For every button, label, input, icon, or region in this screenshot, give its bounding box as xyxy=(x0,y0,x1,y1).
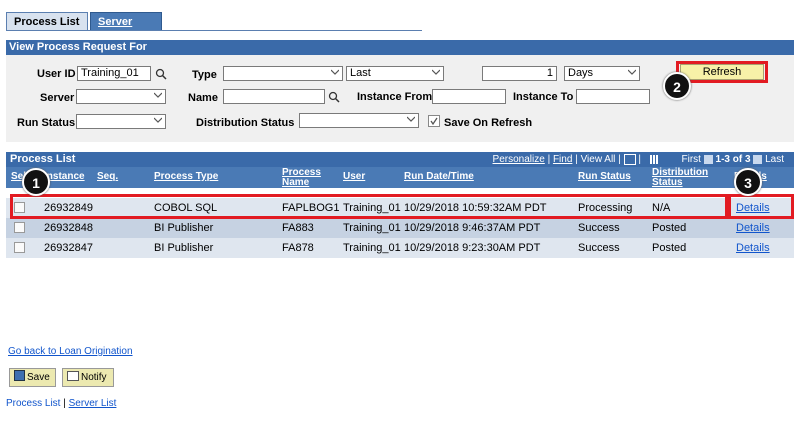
callout-badge-3: 3 xyxy=(734,168,762,196)
cell-instance: 26932848 xyxy=(44,222,93,234)
type-label: Type xyxy=(192,69,217,81)
col-run-date[interactable]: Run Date/Time xyxy=(404,172,474,182)
range-text: 1-3 of 3 xyxy=(715,154,751,166)
tab-server-list[interactable]: Server List xyxy=(90,12,162,46)
run-status-label: Run Status xyxy=(17,117,76,129)
cell-run-status: Success xyxy=(578,222,620,234)
back-to-loan-origination-link[interactable]: Go back to Loan Origination xyxy=(8,346,133,357)
chevron-down-icon xyxy=(331,69,339,75)
name-input[interactable] xyxy=(223,89,325,104)
save-on-refresh-label: Save On Refresh xyxy=(444,117,533,129)
col-process-name-line2: Name xyxy=(282,177,310,188)
next-icon[interactable] xyxy=(753,155,763,164)
column-header-row: Select Instance Seq. Process Type Proces… xyxy=(6,167,794,188)
footer-server-list-link[interactable]: Server List xyxy=(69,398,117,409)
row-select-checkbox[interactable] xyxy=(14,242,25,253)
footer-nav: Process List | Server List xyxy=(6,398,116,409)
footer-process-list-link[interactable]: Process List xyxy=(6,398,60,409)
tab-process-list-label: Process List xyxy=(14,16,80,28)
chevron-down-icon xyxy=(154,117,162,123)
server-label: Server xyxy=(40,92,75,104)
col-dist-line2: Status xyxy=(652,177,683,188)
cell-user: Training_01 xyxy=(343,242,401,254)
tab-underline xyxy=(6,30,422,31)
distribution-status-label: Distribution Status xyxy=(196,117,295,129)
grid-toolbar: Personalize | Find | View All | | First … xyxy=(492,154,784,166)
cell-run-status: Success xyxy=(578,242,620,254)
cell-process-type: BI Publisher xyxy=(154,242,214,254)
grid-icon[interactable] xyxy=(649,155,659,164)
user-id-label: User ID xyxy=(37,68,76,80)
table-row[interactable]: 26932848 BI Publisher FA883 Training_01 … xyxy=(6,218,794,238)
chevron-down-icon xyxy=(407,116,415,122)
details-link[interactable]: Details xyxy=(736,218,770,238)
download-icon[interactable] xyxy=(623,154,636,165)
save-on-refresh-checkbox[interactable] xyxy=(428,115,440,127)
col-run-status[interactable]: Run Status xyxy=(578,172,631,182)
user-id-input[interactable]: Training_01 xyxy=(77,66,151,81)
find-link[interactable]: Find xyxy=(553,154,572,165)
process-list-title-text: Process List xyxy=(10,153,76,165)
row-select-checkbox[interactable] xyxy=(14,222,25,233)
instance-from-input[interactable] xyxy=(432,89,506,104)
cell-dist-status: Posted xyxy=(652,222,687,234)
save-icon xyxy=(14,370,25,381)
chevron-down-icon xyxy=(432,69,440,75)
instance-to-label: Instance To xyxy=(513,91,573,103)
checkmark-icon xyxy=(430,117,438,126)
type-select[interactable] xyxy=(223,66,343,81)
first-link[interactable]: First xyxy=(682,154,701,165)
days-select[interactable]: Days xyxy=(564,66,640,81)
cell-process-name: FA883 xyxy=(282,222,314,234)
last-link[interactable]: Last xyxy=(765,154,784,165)
notify-icon xyxy=(67,371,79,381)
col-process-name[interactable]: Process Name xyxy=(282,168,321,188)
col-seq[interactable]: Seq. xyxy=(97,172,118,182)
cell-run-date: 10/29/2018 9:23:30AM PDT xyxy=(404,242,541,254)
col-instance[interactable]: Instance xyxy=(44,172,85,182)
view-all-link[interactable]: View All xyxy=(581,154,616,165)
cell-instance: 26932847 xyxy=(44,242,93,254)
distribution-status-select[interactable] xyxy=(299,113,419,128)
save-button[interactable]: Save xyxy=(9,368,56,387)
filter-header: View Process Request For xyxy=(6,40,794,55)
save-button-label: Save xyxy=(27,372,50,383)
notify-button-label: Notify xyxy=(81,372,107,383)
last-number-input[interactable]: 1 xyxy=(482,66,557,81)
cell-process-name: FA878 xyxy=(282,242,314,254)
days-select-value: Days xyxy=(568,67,594,79)
col-distribution-status[interactable]: Distribution Status xyxy=(652,168,708,188)
chevron-down-icon xyxy=(154,92,162,98)
details-callout-box xyxy=(728,194,794,219)
callout-badge-1: 1 xyxy=(22,168,50,196)
details-link[interactable]: Details xyxy=(736,238,770,258)
col-user[interactable]: User xyxy=(343,172,365,182)
personalize-link[interactable]: Personalize xyxy=(493,154,545,165)
user-id-lookup-icon[interactable] xyxy=(155,68,167,80)
tab-process-list[interactable]: Process List xyxy=(6,12,88,30)
col-process-type[interactable]: Process Type xyxy=(154,172,218,182)
row-callout-box xyxy=(10,194,728,219)
callout-badge-2: 2 xyxy=(663,72,691,100)
last-select[interactable]: Last xyxy=(346,66,444,81)
instance-to-label-text: Instance To xyxy=(513,91,574,103)
name-lookup-icon[interactable] xyxy=(328,91,340,103)
prev-icon[interactable] xyxy=(703,155,713,164)
cell-user: Training_01 xyxy=(343,222,401,234)
instance-to-input[interactable] xyxy=(576,89,650,104)
instance-from-label: Instance From xyxy=(357,91,433,103)
notify-button[interactable]: Notify xyxy=(62,368,114,387)
chevron-down-icon xyxy=(628,69,636,75)
footer-separator: | xyxy=(63,398,66,409)
cell-dist-status: Posted xyxy=(652,242,687,254)
cell-run-date: 10/29/2018 9:46:37AM PDT xyxy=(404,222,541,234)
cell-process-type: BI Publisher xyxy=(154,222,214,234)
run-status-select[interactable] xyxy=(76,114,166,129)
server-select[interactable] xyxy=(76,89,166,104)
table-row[interactable]: 26932847 BI Publisher FA878 Training_01 … xyxy=(6,238,794,258)
last-select-value: Last xyxy=(350,67,371,79)
name-label: Name xyxy=(188,92,218,104)
